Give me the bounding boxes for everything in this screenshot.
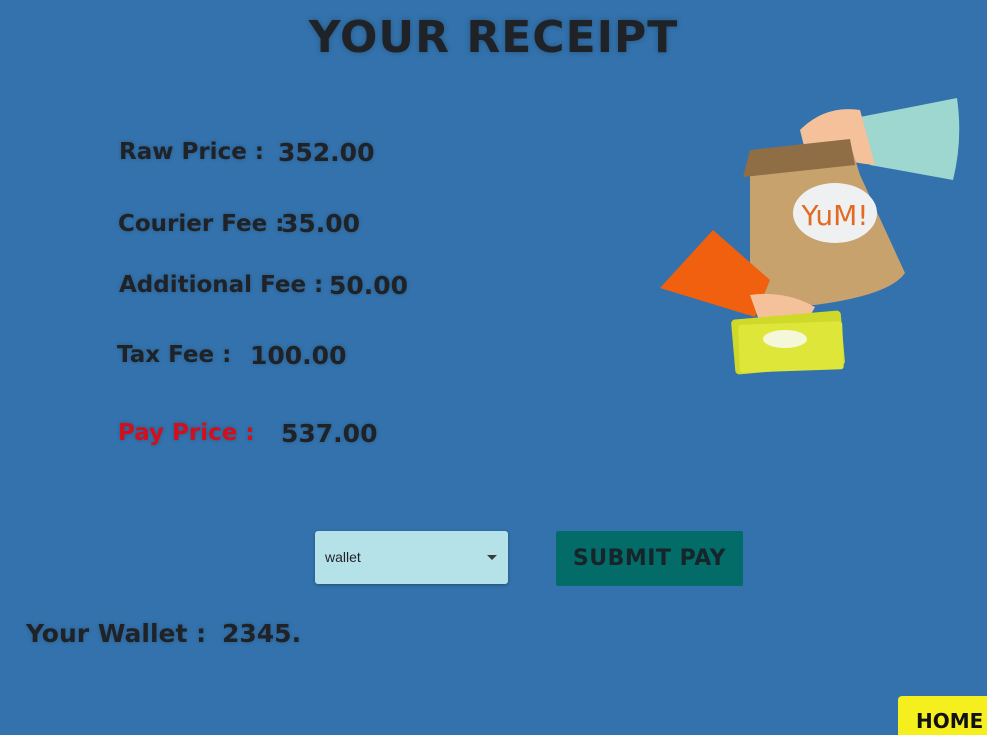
tax-fee-value: 100.00 xyxy=(250,341,347,370)
tax-fee-label: Tax Fee : xyxy=(117,342,232,368)
raw-price-label: Raw Price : xyxy=(119,139,265,165)
pay-price-label: Pay Price : xyxy=(118,420,255,446)
sleeve-shape xyxy=(860,98,960,180)
submit-pay-button[interactable]: SUBMIT PAY xyxy=(556,531,743,586)
additional-fee-value: 50.00 xyxy=(329,271,409,300)
pay-price-value: 537.00 xyxy=(281,419,378,448)
bag-label-text: YuM! xyxy=(800,199,868,232)
wallet-value: 2345. xyxy=(222,619,302,648)
chevron-down-icon xyxy=(487,555,497,560)
raw-price-value: 352.00 xyxy=(278,138,375,167)
money-center-shape xyxy=(763,330,807,348)
payment-method-value: wallet xyxy=(325,549,361,565)
food-delivery-illustration: YuM! xyxy=(660,98,960,375)
courier-fee-value: 35.00 xyxy=(281,209,361,238)
payment-method-select[interactable]: wallet xyxy=(315,531,508,584)
page-title: YOUR RECEIPT xyxy=(308,12,679,63)
wallet-label: Your Wallet : xyxy=(26,619,207,648)
additional-fee-label: Additional Fee : xyxy=(119,272,324,298)
home-button[interactable]: HOME xyxy=(898,696,987,735)
courier-fee-label: Courier Fee : xyxy=(118,211,285,237)
